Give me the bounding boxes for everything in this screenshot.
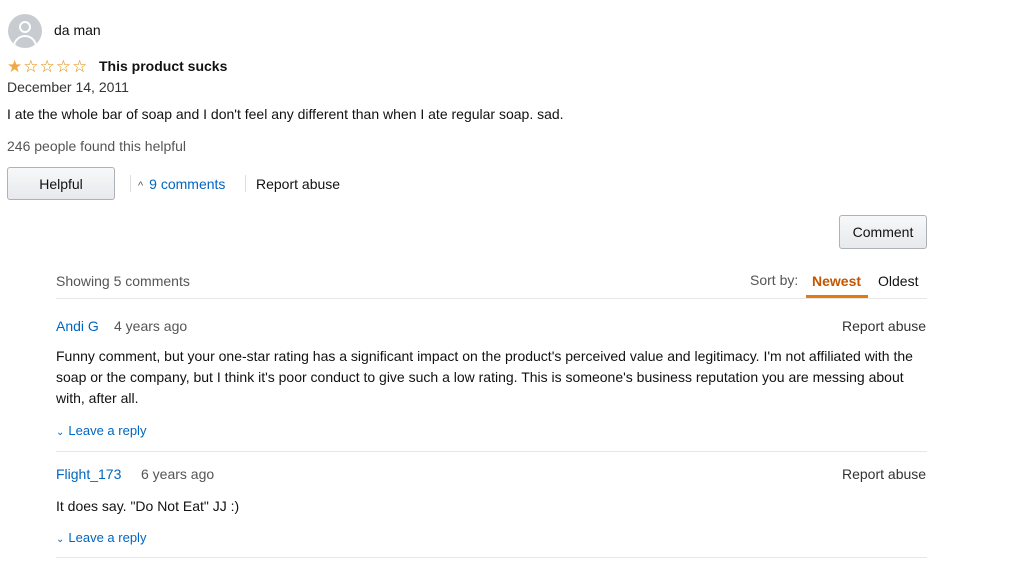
sort-oldest-tab[interactable]: Oldest [878, 273, 918, 289]
leave-reply-link[interactable]: ⌄ Leave a reply [56, 423, 146, 438]
leave-reply-label: Leave a reply [68, 530, 147, 545]
star-rating: ★ ☆ ☆ ☆ ☆ [7, 58, 87, 75]
divider [130, 175, 131, 192]
comment-timestamp: 4 years ago [114, 318, 188, 334]
showing-comments-count: Showing 5 comments [56, 273, 190, 289]
chevron-down-icon: ⌄ [56, 427, 65, 438]
star-icon: ☆ [23, 57, 39, 76]
star-icon: ☆ [72, 57, 88, 76]
divider [245, 175, 246, 192]
chevron-down-icon: ⌄ [56, 534, 65, 545]
avatar [8, 14, 42, 48]
divider [56, 557, 927, 558]
divider [56, 451, 927, 452]
leave-reply-label: Leave a reply [68, 423, 147, 438]
divider [56, 298, 927, 299]
comment-button[interactable]: Comment [839, 215, 927, 249]
comment-report-abuse-link[interactable]: Report abuse [842, 466, 926, 482]
chevron-up-icon: ^ [138, 180, 144, 192]
avatar-body-shape [13, 35, 37, 48]
report-abuse-link[interactable]: Report abuse [256, 176, 340, 192]
review-date: December 14, 2011 [7, 79, 129, 95]
comments-count-label: 9 comments [149, 176, 226, 192]
comment-author-link[interactable]: Andi G [56, 318, 99, 334]
star-icon: ☆ [55, 57, 71, 76]
comment-text: It does say. "Do Not Eat" JJ :) [56, 498, 240, 514]
review-body: I ate the whole bar of soap and I don't … [7, 106, 564, 122]
review-title[interactable]: This product sucks [99, 58, 227, 74]
comment-text: Funny comment, but your one-star rating … [56, 348, 913, 406]
comments-toggle-link[interactable]: ^ 9 comments [138, 176, 225, 192]
comment-report-abuse-link[interactable]: Report abuse [842, 318, 926, 334]
comment-author-link[interactable]: Flight_173 [56, 466, 121, 482]
star-icon: ★ [7, 57, 23, 76]
avatar-head-shape [19, 21, 31, 33]
reviewer-name: da man [54, 22, 101, 38]
sort-newest-tab[interactable]: Newest [812, 273, 861, 289]
leave-reply-link[interactable]: ⌄ Leave a reply [56, 530, 146, 545]
helpful-count: 246 people found this helpful [7, 138, 187, 154]
comment-timestamp: 6 years ago [141, 466, 215, 482]
helpful-button[interactable]: Helpful [7, 167, 115, 200]
sort-label: Sort by: [750, 272, 799, 288]
star-icon: ☆ [39, 57, 55, 76]
